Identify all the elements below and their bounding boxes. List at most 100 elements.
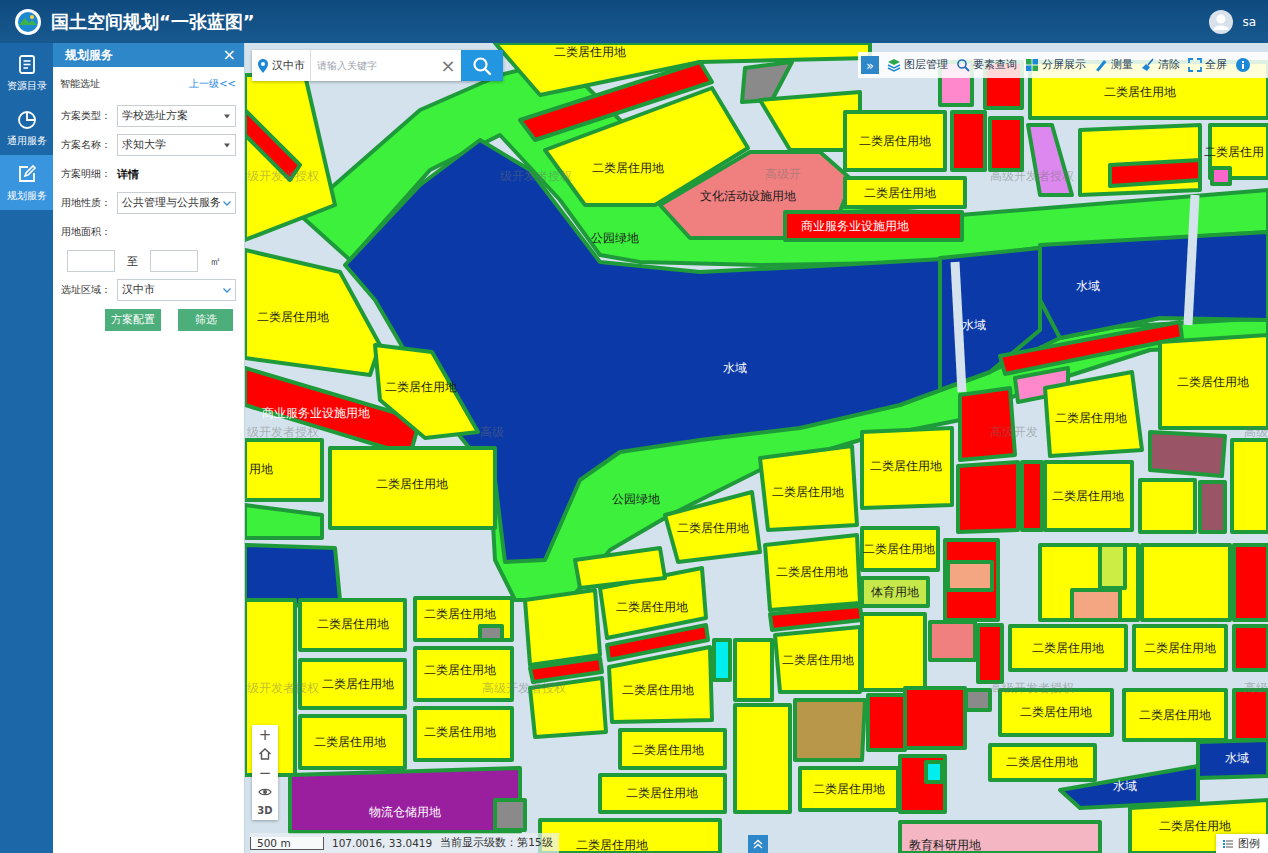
land-parcel[interactable] bbox=[990, 118, 1022, 170]
select-field[interactable]: 公共管理与公共服务 bbox=[117, 192, 236, 214]
land-parcel[interactable] bbox=[1212, 168, 1230, 184]
land-parcel[interactable] bbox=[795, 700, 865, 760]
land-parcel[interactable] bbox=[1130, 800, 1268, 853]
land-parcel[interactable] bbox=[978, 625, 1002, 682]
expand-button[interactable] bbox=[748, 835, 768, 853]
land-parcel[interactable] bbox=[525, 590, 600, 665]
user-menu[interactable]: sa bbox=[1208, 9, 1256, 35]
land-parcel[interactable] bbox=[862, 614, 925, 690]
eye-icon[interactable] bbox=[258, 785, 272, 799]
land-parcel[interactable] bbox=[575, 548, 665, 588]
search-icon[interactable] bbox=[956, 58, 970, 72]
land-parcel[interactable] bbox=[1234, 690, 1268, 740]
select-field[interactable]: 求知大学 bbox=[117, 134, 236, 156]
land-use-map[interactable]: 级开发者授权级开发者授权高级开高级开发者授权级开发者授权高级高级开发高级级开发者… bbox=[245, 43, 1268, 853]
measure-icon[interactable] bbox=[1094, 58, 1108, 72]
view-button[interactable] bbox=[252, 782, 278, 801]
detail-link[interactable]: 详情 bbox=[117, 167, 139, 182]
region-select[interactable]: 汉中市 bbox=[117, 279, 236, 301]
edit-icon[interactable] bbox=[16, 163, 38, 185]
land-parcel[interactable] bbox=[540, 820, 720, 853]
toolbar-toggle[interactable]: » bbox=[861, 56, 879, 74]
land-parcel[interactable] bbox=[245, 75, 335, 240]
land-parcel[interactable] bbox=[735, 640, 772, 700]
land-parcel[interactable] bbox=[415, 708, 512, 760]
back-link[interactable]: 上一级<< bbox=[189, 77, 236, 91]
land-parcel[interactable] bbox=[900, 756, 945, 812]
land-parcel[interactable] bbox=[775, 627, 860, 692]
land-parcel[interactable] bbox=[1045, 462, 1132, 530]
land-parcel[interactable] bbox=[1060, 766, 1198, 808]
action-button[interactable]: 筛选 bbox=[178, 309, 233, 331]
land-parcel[interactable] bbox=[1045, 372, 1142, 456]
legend-button[interactable]: 图例 bbox=[1216, 834, 1268, 853]
land-parcel[interactable] bbox=[1234, 626, 1268, 670]
zoom-out-button[interactable]: − bbox=[252, 763, 278, 782]
city-picker[interactable]: 汉中市 bbox=[252, 50, 311, 81]
toolbar-button[interactable]: 分屏展示 bbox=[1025, 58, 1086, 72]
land-parcel[interactable] bbox=[945, 540, 998, 620]
pie-chart-icon[interactable] bbox=[16, 108, 38, 130]
land-parcel[interactable] bbox=[1198, 740, 1268, 778]
nav-item[interactable]: 规划服务 bbox=[0, 155, 53, 210]
land-parcel[interactable] bbox=[714, 640, 730, 680]
land-parcel[interactable] bbox=[300, 600, 405, 650]
caret-down-icon[interactable] bbox=[222, 111, 232, 121]
toolbar-button[interactable]: 要素查询 bbox=[956, 58, 1017, 72]
land-parcel[interactable] bbox=[1000, 690, 1112, 735]
clear-search-button[interactable]: × bbox=[435, 50, 461, 81]
land-parcel[interactable] bbox=[375, 345, 478, 438]
land-parcel[interactable] bbox=[1160, 335, 1268, 428]
magnifier-icon[interactable] bbox=[472, 56, 492, 76]
toolbar-button[interactable]: 清除 bbox=[1141, 58, 1180, 72]
chevron-down-icon[interactable] bbox=[222, 198, 232, 208]
map-view[interactable]: 级开发者授权级开发者授权高级开高级开发者授权级开发者授权高级高级开发高级级开发者… bbox=[245, 43, 1268, 853]
toolbar-button[interactable]: 图层管理 bbox=[887, 58, 948, 72]
land-parcel[interactable] bbox=[1080, 125, 1200, 195]
land-parcel[interactable] bbox=[958, 462, 1018, 532]
land-parcel[interactable] bbox=[845, 112, 945, 170]
land-parcel[interactable] bbox=[1100, 545, 1125, 588]
user-avatar-icon[interactable] bbox=[1208, 9, 1234, 35]
land-parcel[interactable] bbox=[245, 440, 322, 500]
layers-icon[interactable] bbox=[887, 58, 901, 72]
land-parcel[interactable] bbox=[960, 388, 1015, 460]
land-parcel[interactable] bbox=[1150, 432, 1225, 476]
land-parcel[interactable] bbox=[495, 800, 525, 830]
nav-item[interactable]: 资源目录 bbox=[0, 45, 53, 100]
land-parcel[interactable] bbox=[300, 716, 405, 768]
caret-down-icon[interactable] bbox=[222, 140, 232, 150]
land-parcel[interactable] bbox=[862, 578, 928, 606]
land-parcel[interactable] bbox=[1234, 545, 1268, 620]
land-parcel[interactable] bbox=[760, 446, 857, 530]
search-input[interactable] bbox=[311, 50, 435, 81]
toolbar-button[interactable]: 测量 bbox=[1094, 58, 1133, 72]
land-parcel[interactable] bbox=[1022, 462, 1042, 530]
land-parcel[interactable] bbox=[1000, 322, 1182, 374]
land-parcel[interactable] bbox=[905, 688, 965, 748]
land-parcel[interactable] bbox=[1124, 690, 1226, 740]
close-button[interactable]: × bbox=[223, 47, 236, 63]
area-min-input[interactable] bbox=[67, 250, 115, 272]
land-parcel[interactable] bbox=[245, 250, 380, 375]
land-parcel[interactable] bbox=[609, 647, 712, 722]
land-parcel[interactable] bbox=[862, 528, 938, 570]
land-parcel[interactable] bbox=[245, 505, 322, 538]
land-parcel[interactable] bbox=[1140, 480, 1195, 532]
clipboard-icon[interactable] bbox=[16, 53, 38, 75]
3d-button[interactable]: 3D bbox=[252, 801, 278, 820]
land-parcel[interactable] bbox=[800, 768, 898, 810]
land-parcel[interactable] bbox=[1072, 590, 1120, 620]
land-parcel[interactable] bbox=[845, 178, 965, 207]
land-parcel[interactable] bbox=[330, 448, 495, 528]
land-parcel[interactable] bbox=[1232, 440, 1268, 532]
land-parcel[interactable] bbox=[600, 775, 725, 812]
home-icon[interactable] bbox=[258, 747, 272, 761]
land-parcel[interactable] bbox=[785, 212, 962, 240]
land-parcel[interactable] bbox=[926, 762, 942, 782]
land-parcel[interactable] bbox=[765, 535, 860, 610]
land-parcel[interactable] bbox=[290, 768, 520, 832]
land-parcel[interactable] bbox=[1142, 545, 1230, 620]
land-parcel[interactable] bbox=[966, 690, 990, 710]
list-icon[interactable] bbox=[1222, 838, 1234, 850]
